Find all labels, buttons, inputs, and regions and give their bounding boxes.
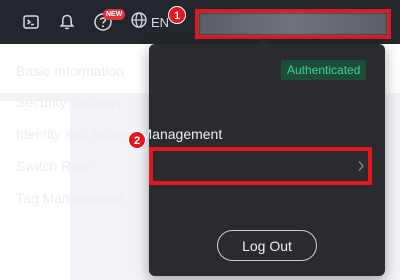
log-out-button[interactable]: Log Out <box>217 230 317 261</box>
menu-item-tag-management[interactable]: Tag Management <box>16 189 124 207</box>
step-1-marker: 1 <box>168 6 186 24</box>
authenticated-badge: Authenticated <box>281 60 367 80</box>
language-switcher[interactable]: EN <box>130 11 170 34</box>
menu-item-identity-access-management[interactable]: Identity and Access Management <box>16 125 222 143</box>
globe-icon <box>130 11 148 34</box>
menu-item-basic-information[interactable]: Basic Information <box>16 62 124 80</box>
new-badge: NEW <box>103 9 126 20</box>
step-2-marker: 2 <box>128 131 146 149</box>
user-account-menu-trigger[interactable] <box>195 9 391 39</box>
language-label: EN <box>151 14 170 30</box>
terminal-icon[interactable] <box>21 12 41 32</box>
menu-item-security-settings[interactable]: Security Settings <box>16 93 121 111</box>
redacted-username <box>199 13 387 35</box>
bell-icon[interactable] <box>57 12 77 32</box>
menu-item-switch-role[interactable]: Switch Role <box>16 157 90 175</box>
chevron-right-icon <box>356 157 366 175</box>
top-navigation-bar: NEW EN <box>0 0 400 44</box>
